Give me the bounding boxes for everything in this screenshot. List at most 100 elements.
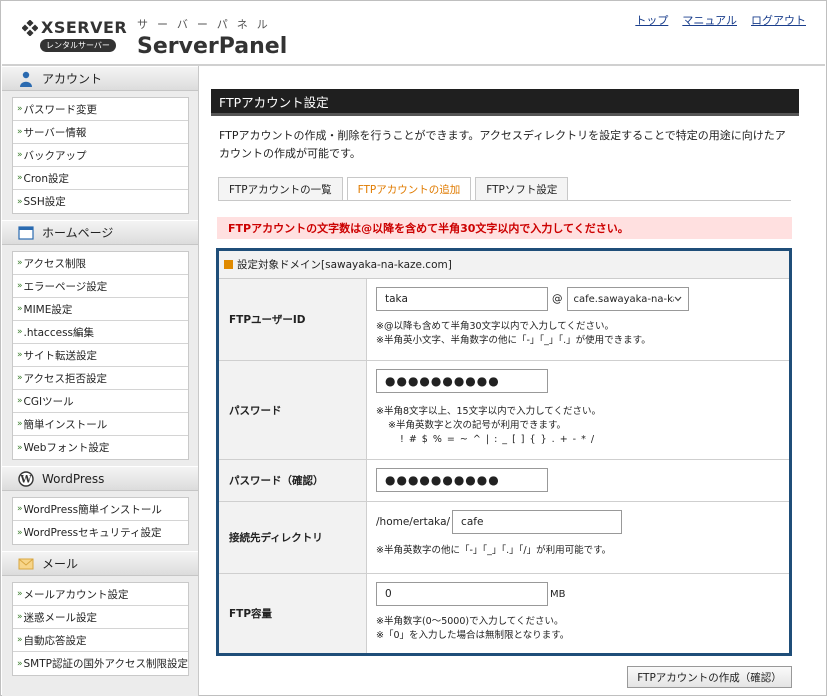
sidebar-item-label: Webフォント設定 bbox=[23, 442, 110, 454]
sidebar-list-wordpress: » WordPress簡単インストール » WordPressセキュリティ設定 bbox=[12, 497, 189, 545]
sidebar-item-label: .htaccess編集 bbox=[23, 326, 95, 339]
note: ※「0」を入力した場合は無制限となります。 bbox=[376, 630, 570, 641]
row-quota: FTP容量 0 MB ※半角数字(0～5000)で入力してください。 ※「0」を… bbox=[219, 574, 789, 653]
note: ※半角英数字と次の記号が利用できます。 bbox=[388, 420, 567, 431]
sidebar-item-mail-account[interactable]: » メールアカウント設定 bbox=[13, 583, 188, 606]
xserver-diamond-icon bbox=[22, 19, 38, 36]
note: ※半角8文字以上、15文字以内で入力してください。 bbox=[376, 406, 602, 417]
sidebar-section-mail[interactable]: メール bbox=[2, 551, 198, 576]
sidebar-section-homepage[interactable]: ホームページ bbox=[2, 220, 198, 245]
xserver-logo[interactable]: XSERVER レンタルサーバー bbox=[22, 18, 127, 52]
sidebar-section-account[interactable]: アカウント bbox=[2, 66, 198, 91]
link-logout[interactable]: ログアウト bbox=[751, 12, 806, 28]
sidebar-item-label: サイト転送設定 bbox=[23, 349, 98, 362]
sidebar-item-label: CGIツール bbox=[23, 395, 74, 408]
row-directory: 接続先ディレクトリ /home/ertaka/ cafe ※半角英数字の他に「-… bbox=[219, 502, 789, 574]
sidebar-item-label: SMTP認証の国外アクセス制限設定 bbox=[23, 658, 188, 670]
sidebar-item-cgi-tools[interactable]: » CGIツール bbox=[13, 390, 188, 413]
link-top[interactable]: トップ bbox=[635, 12, 668, 28]
sidebar-item-label: パスワード変更 bbox=[23, 103, 98, 116]
sidebar-item-mime[interactable]: » MIME設定 bbox=[13, 298, 188, 321]
directory-prefix: /home/ertaka/ bbox=[376, 516, 451, 528]
sidebar-item-access-deny[interactable]: » アクセス拒否設定 bbox=[13, 367, 188, 390]
tab-underline bbox=[218, 200, 791, 201]
arrow-icon: » bbox=[17, 281, 23, 291]
sidebar-item-label: MIME設定 bbox=[23, 303, 73, 316]
warning-message: FTPアカウントの文字数は@以降を含めて半角30文字以内で入力してください。 bbox=[217, 217, 792, 239]
note: ※半角数字(0～5000)で入力してください。 bbox=[376, 616, 564, 627]
arrow-icon: » bbox=[17, 196, 23, 207]
domain-select[interactable]: cafe.sawayaka-na-ka bbox=[566, 287, 689, 311]
sidebar-item-ssh[interactable]: » SSH設定 bbox=[13, 190, 188, 213]
label-directory: 接続先ディレクトリ bbox=[219, 502, 367, 573]
arrow-icon: » bbox=[17, 373, 23, 383]
quota-input[interactable]: 0 bbox=[376, 582, 548, 606]
sidebar-item-smtp-restrict[interactable]: » SMTP認証の国外アクセス制限設定 bbox=[13, 652, 188, 675]
sidebar-item-wp-install[interactable]: » WordPress簡単インストール bbox=[13, 498, 188, 521]
sidebar-item-label: SSH設定 bbox=[23, 196, 66, 208]
row-body: /home/ertaka/ cafe ※半角英数字の他に「-」「_」「.」「/」… bbox=[367, 502, 789, 573]
directory-input[interactable]: cafe bbox=[452, 510, 623, 534]
tab-ftp-account-add[interactable]: FTPアカウントの追加 bbox=[346, 177, 472, 201]
sidebar-item-server-info[interactable]: » サーバー情報 bbox=[13, 121, 188, 144]
label-ftp-user-id: FTPユーザーID bbox=[219, 279, 367, 360]
arrow-icon: » bbox=[17, 504, 23, 514]
label-password-confirm: パスワード（確認） bbox=[219, 460, 367, 501]
sidebar-item-htaccess[interactable]: » .htaccess編集 bbox=[13, 321, 188, 344]
password-input[interactable]: ●●●●●●●●●● bbox=[376, 369, 548, 393]
arrow-icon: » bbox=[17, 258, 23, 268]
sidebar-item-spam[interactable]: » 迷惑メール設定 bbox=[13, 606, 188, 629]
sidebar-item-label: サーバー情報 bbox=[23, 126, 87, 139]
domain-header-text: 設定対象ドメイン[sawayaka-na-kaze.com] bbox=[237, 259, 452, 271]
svg-text:W: W bbox=[19, 474, 32, 485]
password-confirm-input[interactable]: ●●●●●●●●●● bbox=[376, 468, 548, 492]
page-title: FTPアカウント設定 bbox=[211, 89, 799, 116]
ftp-user-id-input[interactable]: taka bbox=[376, 287, 548, 311]
sidebar-section-wordpress[interactable]: W WordPress bbox=[2, 466, 198, 491]
envelope-icon bbox=[18, 558, 34, 569]
sidebar-item-access-limit[interactable]: » アクセス制限 bbox=[13, 252, 188, 275]
sidebar-item-auto-reply[interactable]: » 自動応答設定 bbox=[13, 629, 188, 652]
arrow-icon: » bbox=[17, 658, 23, 669]
row-body: ●●●●●●●●●● ※半角8文字以上、15文字以内で入力してください。 ※半角… bbox=[367, 361, 789, 459]
person-icon bbox=[20, 71, 32, 87]
arrow-icon: » bbox=[17, 612, 23, 622]
sidebar-section-title: メール bbox=[42, 557, 79, 571]
tab-ftp-software-settings[interactable]: FTPソフト設定 bbox=[475, 177, 569, 201]
sidebar-item-web-fonts[interactable]: » Webフォント設定 bbox=[13, 436, 188, 459]
sidebar-divider bbox=[198, 66, 199, 696]
sidebar-item-easy-install[interactable]: » 簡単インストール bbox=[13, 413, 188, 436]
domain-header: 設定対象ドメイン[sawayaka-na-kaze.com] bbox=[219, 251, 789, 279]
sidebar-item-error-page[interactable]: » エラーページ設定 bbox=[13, 275, 188, 298]
sidebar-item-label: 迷惑メール設定 bbox=[23, 611, 98, 624]
create-ftp-account-button[interactable]: FTPアカウントの作成（確認） bbox=[627, 666, 792, 688]
sidebar-list-homepage: » アクセス制限 » エラーページ設定 » MIME設定 » .htaccess編集 »… bbox=[12, 251, 189, 460]
arrow-icon: » bbox=[17, 327, 23, 337]
sidebar-item-wp-security[interactable]: » WordPressセキュリティ設定 bbox=[13, 521, 188, 544]
tab-ftp-account-list[interactable]: FTPアカウントの一覧 bbox=[218, 177, 343, 201]
sidebar-item-label: アクセス拒否設定 bbox=[23, 372, 107, 385]
sidebar-item-password-change[interactable]: » パスワード変更 bbox=[13, 98, 188, 121]
sidebar-item-site-redirect[interactable]: » サイト転送設定 bbox=[13, 344, 188, 367]
arrow-icon: » bbox=[17, 150, 23, 160]
logo-text: XSERVER bbox=[41, 18, 128, 37]
arrow-icon: » bbox=[17, 350, 23, 360]
row-body: ●●●●●●●●●● bbox=[367, 460, 789, 501]
quota-unit: MB bbox=[550, 588, 566, 600]
sidebar-item-cron[interactable]: » Cron設定 bbox=[13, 167, 188, 190]
row-password-confirm: パスワード（確認） ●●●●●●●●●● bbox=[219, 460, 789, 502]
row-body: 0 MB ※半角数字(0～5000)で入力してください。 ※「0」を入力した場合… bbox=[367, 574, 789, 653]
sidebar-item-label: 簡単インストール bbox=[23, 418, 108, 431]
sidebar-item-label: WordPressセキュリティ設定 bbox=[23, 527, 162, 539]
note: ※@以降も含めて半角30文字以内で入力してください。 bbox=[376, 321, 614, 332]
chevron-down-icon bbox=[674, 296, 681, 302]
sidebar-item-label: 自動応答設定 bbox=[23, 634, 87, 647]
sidebar: アカウント » パスワード変更 » サーバー情報 » バックアップ » Cron設定 »… bbox=[2, 66, 198, 696]
sidebar-item-label: アクセス制限 bbox=[23, 257, 86, 270]
allowed-symbols: ! # $ % = ~ ^ | : _ [ ] { } . + - * / bbox=[400, 434, 596, 445]
sidebar-item-backup[interactable]: » バックアップ bbox=[13, 144, 188, 167]
link-manual[interactable]: マニュアル bbox=[682, 12, 737, 28]
bullet-icon bbox=[224, 260, 233, 269]
ftp-account-form: 設定対象ドメイン[sawayaka-na-kaze.com] FTPユーザーID… bbox=[216, 248, 792, 656]
label-password: パスワード bbox=[219, 361, 367, 459]
